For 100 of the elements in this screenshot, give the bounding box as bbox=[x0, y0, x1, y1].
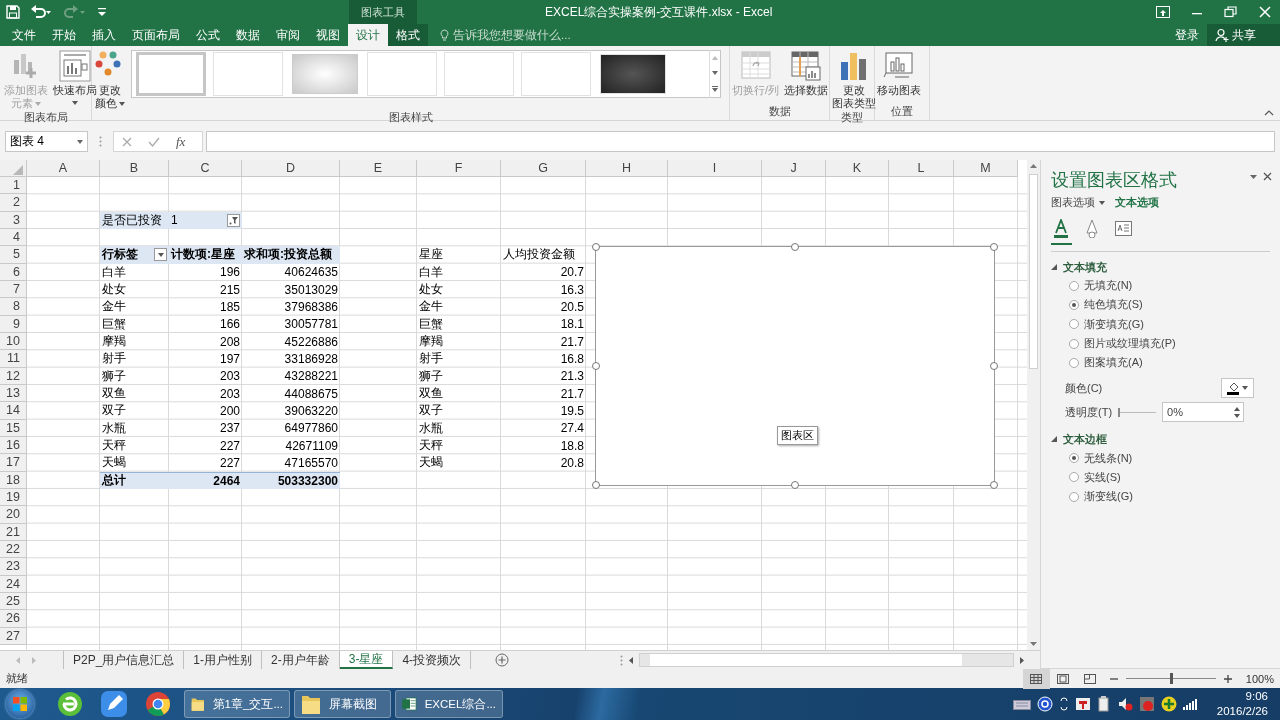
ribbon-button[interactable]: 移动图表 bbox=[875, 50, 923, 97]
column-header[interactable]: D bbox=[242, 160, 340, 177]
dropdown-button[interactable] bbox=[154, 248, 167, 262]
scroll-left-icon[interactable] bbox=[629, 656, 633, 664]
add-sheet-icon[interactable] bbox=[495, 653, 510, 667]
radio-button[interactable] bbox=[1069, 357, 1079, 368]
filter-button[interactable] bbox=[227, 213, 240, 227]
chart-area[interactable]: 图表区 bbox=[595, 246, 995, 486]
radio-button[interactable] bbox=[1069, 280, 1079, 291]
ribbon-tab[interactable]: 开始 bbox=[44, 24, 84, 46]
resize-handle[interactable] bbox=[592, 481, 600, 489]
radio-option[interactable]: 图片或纹理填充(P) bbox=[1051, 333, 1280, 354]
browser-icon[interactable] bbox=[144, 690, 172, 718]
row-header[interactable]: 11 bbox=[0, 350, 27, 368]
column-header[interactable]: F bbox=[417, 160, 501, 177]
ribbon-tab[interactable]: 插入 bbox=[84, 24, 124, 46]
name-box[interactable]: 图表 4 bbox=[5, 131, 88, 152]
taskbar-button[interactable]: EXCEL综合... bbox=[395, 690, 503, 718]
column-header[interactable]: C bbox=[169, 160, 242, 177]
ribbon-button[interactable]: 更改 图表类型 bbox=[830, 50, 878, 110]
tell-me-field[interactable]: 告诉我您想要做什么... bbox=[453, 27, 571, 43]
column-header[interactable]: A bbox=[27, 160, 100, 177]
spin-field[interactable]: 0% bbox=[1162, 402, 1245, 423]
radio-button[interactable] bbox=[1069, 453, 1079, 464]
column-header[interactable]: K bbox=[826, 160, 889, 177]
row-header[interactable]: 8 bbox=[0, 298, 27, 316]
start-button[interactable] bbox=[6, 690, 34, 718]
radio-button[interactable] bbox=[1069, 472, 1079, 483]
clock[interactable]: 9:06 2016/2/26 bbox=[1202, 689, 1280, 719]
pane-options-icon[interactable] bbox=[1250, 174, 1257, 179]
row-header[interactable]: 1 bbox=[0, 177, 27, 195]
horizontal-scrollbar[interactable] bbox=[639, 653, 1014, 667]
zoom-in-icon[interactable] bbox=[1223, 674, 1232, 683]
scroll-down-icon[interactable] bbox=[1030, 642, 1037, 646]
column-header[interactable]: I bbox=[668, 160, 762, 177]
restore-icon[interactable] bbox=[1224, 6, 1238, 18]
keyboard-icon[interactable] bbox=[1012, 698, 1031, 710]
close-icon[interactable] bbox=[1263, 172, 1272, 181]
resize-handle[interactable] bbox=[592, 362, 600, 370]
resize-handle[interactable] bbox=[990, 243, 998, 251]
sync-icon[interactable] bbox=[1058, 696, 1069, 712]
undo-icon[interactable] bbox=[30, 5, 52, 19]
row-header[interactable]: 2 bbox=[0, 194, 27, 212]
resize-handle[interactable] bbox=[592, 243, 600, 251]
share-button[interactable]: 共享 bbox=[1207, 24, 1280, 46]
icon-tab[interactable] bbox=[1051, 218, 1072, 245]
scroll-up-icon[interactable] bbox=[1030, 164, 1037, 168]
ribbon-tab[interactable]: 公式 bbox=[188, 24, 228, 46]
ribbon-tab[interactable]: 审阅 bbox=[268, 24, 308, 46]
plus-circle-icon[interactable] bbox=[1160, 696, 1177, 712]
scroll-right-icon[interactable] bbox=[1020, 656, 1024, 664]
sign-in-link[interactable]: 登录 bbox=[1175, 26, 1199, 44]
color-picker-button[interactable] bbox=[1221, 378, 1254, 399]
column-header[interactable]: M bbox=[954, 160, 1018, 177]
column-header[interactable]: J bbox=[762, 160, 826, 177]
row-header[interactable]: 26 bbox=[0, 610, 27, 628]
save-icon[interactable] bbox=[6, 5, 20, 19]
radio-option[interactable]: 纯色填充(S) bbox=[1051, 295, 1280, 315]
radio-option[interactable]: 无线条(N) bbox=[1051, 448, 1280, 468]
radio-button[interactable] bbox=[1069, 299, 1079, 310]
ribbon-tab[interactable]: 页面布局 bbox=[124, 24, 188, 46]
radio-option[interactable]: 实线(S) bbox=[1051, 467, 1280, 488]
ribbon-tab[interactable]: 格式 bbox=[388, 24, 428, 46]
row-header[interactable]: 23 bbox=[0, 558, 27, 576]
signal-icon[interactable] bbox=[1182, 698, 1197, 710]
check-icon[interactable] bbox=[148, 136, 160, 147]
resize-handle[interactable] bbox=[990, 362, 998, 370]
record-icon[interactable] bbox=[1138, 696, 1155, 712]
section-header[interactable]: 文本边框 bbox=[1051, 430, 1280, 449]
chart-style-thumbnail[interactable] bbox=[212, 52, 283, 96]
row-header[interactable]: 5 bbox=[0, 246, 27, 264]
column-header[interactable]: B bbox=[100, 160, 169, 177]
zoom-level[interactable]: 100% bbox=[1245, 672, 1274, 685]
taskbar-button[interactable]: 屏幕截图 bbox=[294, 690, 391, 718]
pane-tab[interactable]: 图表选项 bbox=[1051, 195, 1105, 210]
row-header[interactable]: 17 bbox=[0, 454, 27, 472]
speaker-muted-icon[interactable] bbox=[1116, 696, 1133, 712]
more-icon[interactable] bbox=[712, 86, 718, 93]
insert-function-button[interactable]: fx bbox=[176, 133, 186, 150]
ribbon-tab[interactable]: 视图 bbox=[308, 24, 348, 46]
zoom-slider-thumb[interactable] bbox=[1169, 673, 1173, 684]
radio-option[interactable]: 渐变线(G) bbox=[1051, 487, 1280, 507]
battery-icon[interactable] bbox=[1096, 696, 1111, 712]
radio-button[interactable] bbox=[1069, 491, 1079, 502]
column-header[interactable]: E bbox=[340, 160, 417, 177]
sheet-tab[interactable]: 3-星座 bbox=[339, 651, 394, 669]
pane-tab[interactable]: 文本选项 bbox=[1115, 195, 1159, 210]
column-header[interactable]: H bbox=[586, 160, 668, 177]
row-header[interactable]: 14 bbox=[0, 402, 27, 420]
ribbon-tab[interactable]: 数据 bbox=[228, 24, 268, 46]
chart-style-thumbnail[interactable] bbox=[443, 52, 514, 96]
resize-handle[interactable] bbox=[791, 481, 799, 489]
row-header[interactable]: 20 bbox=[0, 506, 27, 524]
column-header[interactable]: L bbox=[889, 160, 954, 177]
column-header[interactable]: G bbox=[501, 160, 586, 177]
chart-style-thumbnail[interactable] bbox=[599, 54, 666, 94]
ribbon-tab[interactable]: 文件 bbox=[4, 24, 44, 46]
chart-style-thumbnail[interactable] bbox=[291, 54, 358, 94]
slider-thumb[interactable] bbox=[1118, 408, 1121, 417]
view-button[interactable] bbox=[1022, 668, 1050, 689]
